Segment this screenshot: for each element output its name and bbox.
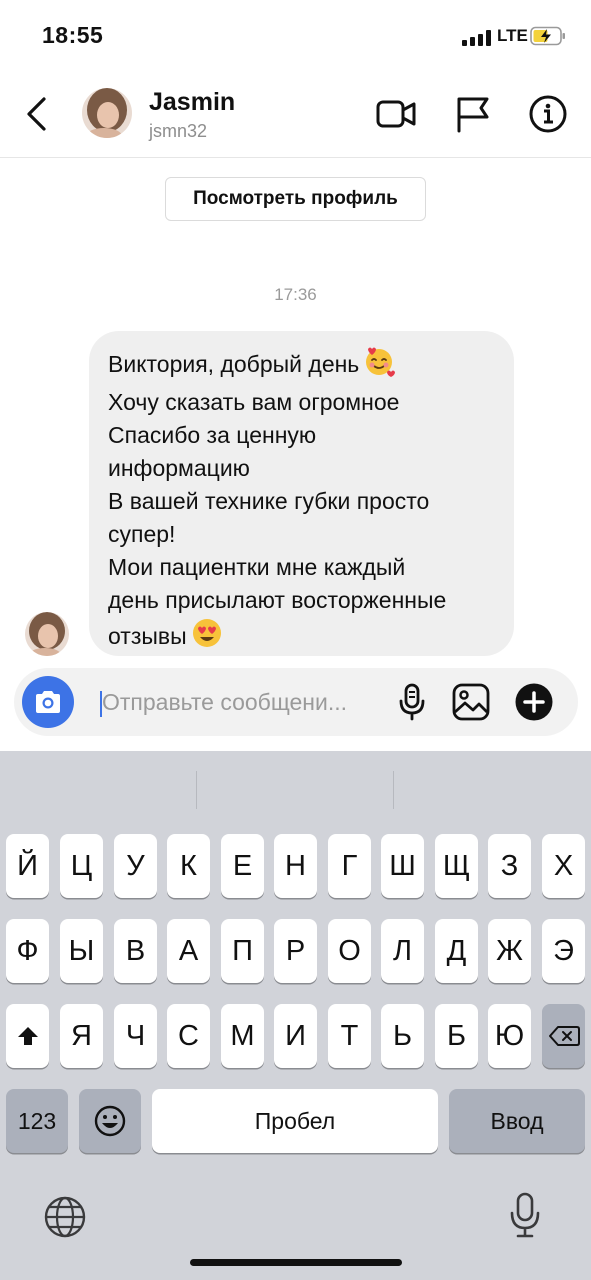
sender-avatar[interactable] — [25, 612, 69, 656]
key[interactable]: И — [274, 1004, 317, 1068]
key[interactable]: Ч — [114, 1004, 157, 1068]
message-input[interactable] — [102, 686, 387, 718]
key[interactable]: Ж — [488, 919, 531, 983]
camera-button[interactable] — [22, 676, 74, 728]
key[interactable]: Ц — [60, 834, 103, 898]
video-call-icon[interactable] — [376, 94, 416, 134]
network-label: LTE — [497, 26, 528, 45]
message-line: супер! — [108, 521, 176, 547]
globe-icon[interactable] — [43, 1195, 87, 1239]
battery-charging-icon — [530, 26, 565, 46]
microphone-icon[interactable] — [392, 682, 432, 722]
heart-eyes-emoji: 😍 — [191, 617, 223, 658]
add-icon[interactable] — [514, 682, 554, 722]
message-line: Мои пациентки мне каждый — [108, 554, 406, 580]
view-profile-button[interactable]: Посмотреть профиль — [165, 177, 426, 221]
emoji-key[interactable] — [79, 1089, 141, 1153]
key[interactable]: П — [221, 919, 264, 983]
back-icon[interactable] — [20, 94, 56, 134]
key[interactable]: З — [488, 834, 531, 898]
space-key[interactable]: Пробел — [152, 1089, 438, 1153]
info-icon[interactable] — [528, 94, 568, 134]
contact-name[interactable]: Jasmin — [149, 88, 235, 117]
message-bubble[interactable]: Виктория, добрый день🥰 Хочу сказать вам … — [89, 331, 514, 656]
message-line: Спасибо за ценную — [108, 422, 317, 448]
key[interactable]: У — [114, 834, 157, 898]
key[interactable]: Т — [328, 1004, 371, 1068]
avatar[interactable] — [82, 88, 132, 138]
key[interactable]: М — [221, 1004, 264, 1068]
message-line: день присылают восторженные — [108, 587, 447, 613]
chat-header: Jasmin jsmn32 — [0, 72, 591, 158]
emoji-icon — [94, 1105, 126, 1137]
numbers-key[interactable]: 123 — [6, 1089, 68, 1153]
key[interactable]: С — [167, 1004, 210, 1068]
smiling-hearts-emoji: 🥰 — [363, 345, 396, 386]
message-timestamp: 17:36 — [274, 285, 317, 304]
key[interactable]: В — [114, 919, 157, 983]
key[interactable]: О — [328, 919, 371, 983]
backspace-key[interactable] — [542, 1004, 585, 1068]
key[interactable]: Н — [274, 834, 317, 898]
contact-username[interactable]: jsmn32 — [149, 121, 207, 142]
key[interactable]: Р — [274, 919, 317, 983]
message-composer — [14, 668, 578, 736]
key[interactable]: Я — [60, 1004, 103, 1068]
key[interactable]: Б — [435, 1004, 478, 1068]
key[interactable]: Й — [6, 834, 49, 898]
key[interactable]: Х — [542, 834, 585, 898]
key[interactable]: Ш — [381, 834, 424, 898]
key[interactable]: Ю — [488, 1004, 531, 1068]
key[interactable]: К — [167, 834, 210, 898]
message-line: Виктория, добрый день🥰 — [108, 345, 496, 386]
key[interactable]: А — [167, 919, 210, 983]
gallery-icon[interactable] — [451, 682, 491, 722]
status-bar: 18:55 LTE — [0, 0, 591, 72]
home-indicator — [190, 1259, 402, 1266]
key[interactable]: Ь — [381, 1004, 424, 1068]
shift-icon — [17, 1027, 38, 1045]
message-line: информацию — [108, 455, 250, 481]
dictation-icon[interactable] — [504, 1191, 546, 1239]
key[interactable]: Ы — [60, 919, 103, 983]
message-line: отзывы😍 — [108, 617, 496, 658]
message-line: Хочу сказать вам огромное — [108, 389, 400, 415]
key[interactable]: Л — [381, 919, 424, 983]
camera-icon — [36, 691, 60, 713]
signal-icon — [462, 30, 492, 46]
status-time: 18:55 — [42, 22, 104, 48]
key[interactable]: Д — [435, 919, 478, 983]
suggestion-divider — [196, 771, 197, 809]
key[interactable]: Ф — [6, 919, 49, 983]
shift-key[interactable] — [6, 1004, 49, 1068]
key[interactable]: Э — [542, 919, 585, 983]
message-line: В вашей технике губки просто — [108, 488, 430, 514]
return-key[interactable]: Ввод — [449, 1089, 585, 1153]
flag-icon[interactable] — [453, 94, 493, 134]
backspace-icon — [548, 1026, 580, 1046]
key[interactable]: Щ — [435, 834, 478, 898]
key[interactable]: Е — [221, 834, 264, 898]
key[interactable]: Г — [328, 834, 371, 898]
keyboard: Й Ц У К Е Н Г Ш Щ З Х Ф Ы В А П Р О Л Д … — [0, 751, 591, 1280]
suggestion-divider — [393, 771, 394, 809]
